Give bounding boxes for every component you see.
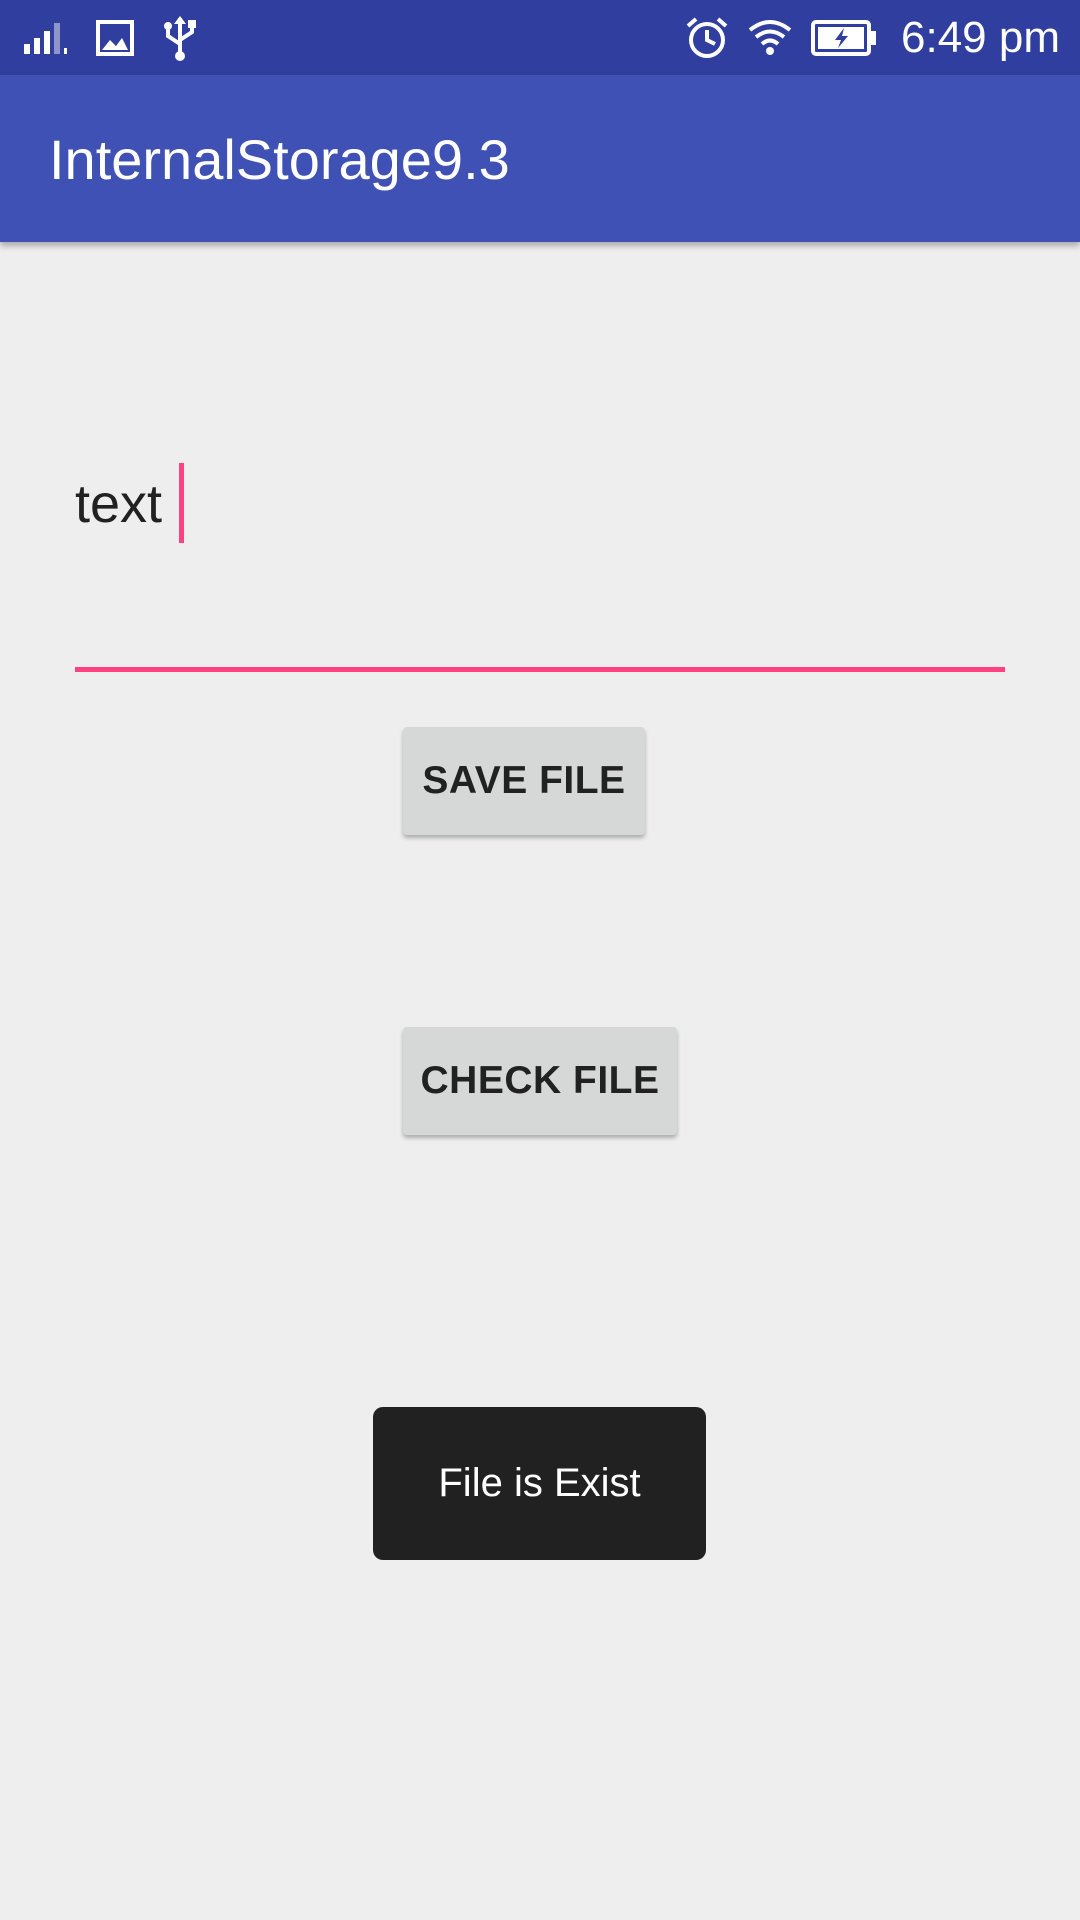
save-file-button[interactable]: SAVE FILE	[403, 727, 645, 835]
toast-message: File is Exist	[373, 1407, 706, 1560]
text-input-field[interactable]: text	[75, 455, 1005, 673]
app-bar: InternalStorage9.3	[0, 75, 1080, 242]
status-bar: 6:49 pm	[0, 0, 1080, 75]
check-file-button[interactable]: CHECK FILE	[403, 1027, 677, 1135]
text-input-value: text	[75, 474, 163, 534]
signal-icon	[24, 20, 70, 56]
alarm-icon	[685, 16, 729, 60]
status-right-icons: 6:49 pm	[685, 10, 1060, 66]
status-left-icons	[24, 14, 200, 62]
app-title: InternalStorage9.3	[49, 128, 510, 191]
text-input-underline	[75, 667, 1005, 672]
text-cursor	[179, 463, 184, 543]
battery-charging-icon	[811, 20, 877, 56]
usb-icon	[160, 14, 200, 62]
status-time: 6:49 pm	[901, 13, 1060, 62]
wifi-icon	[747, 18, 793, 58]
image-icon	[96, 20, 134, 56]
